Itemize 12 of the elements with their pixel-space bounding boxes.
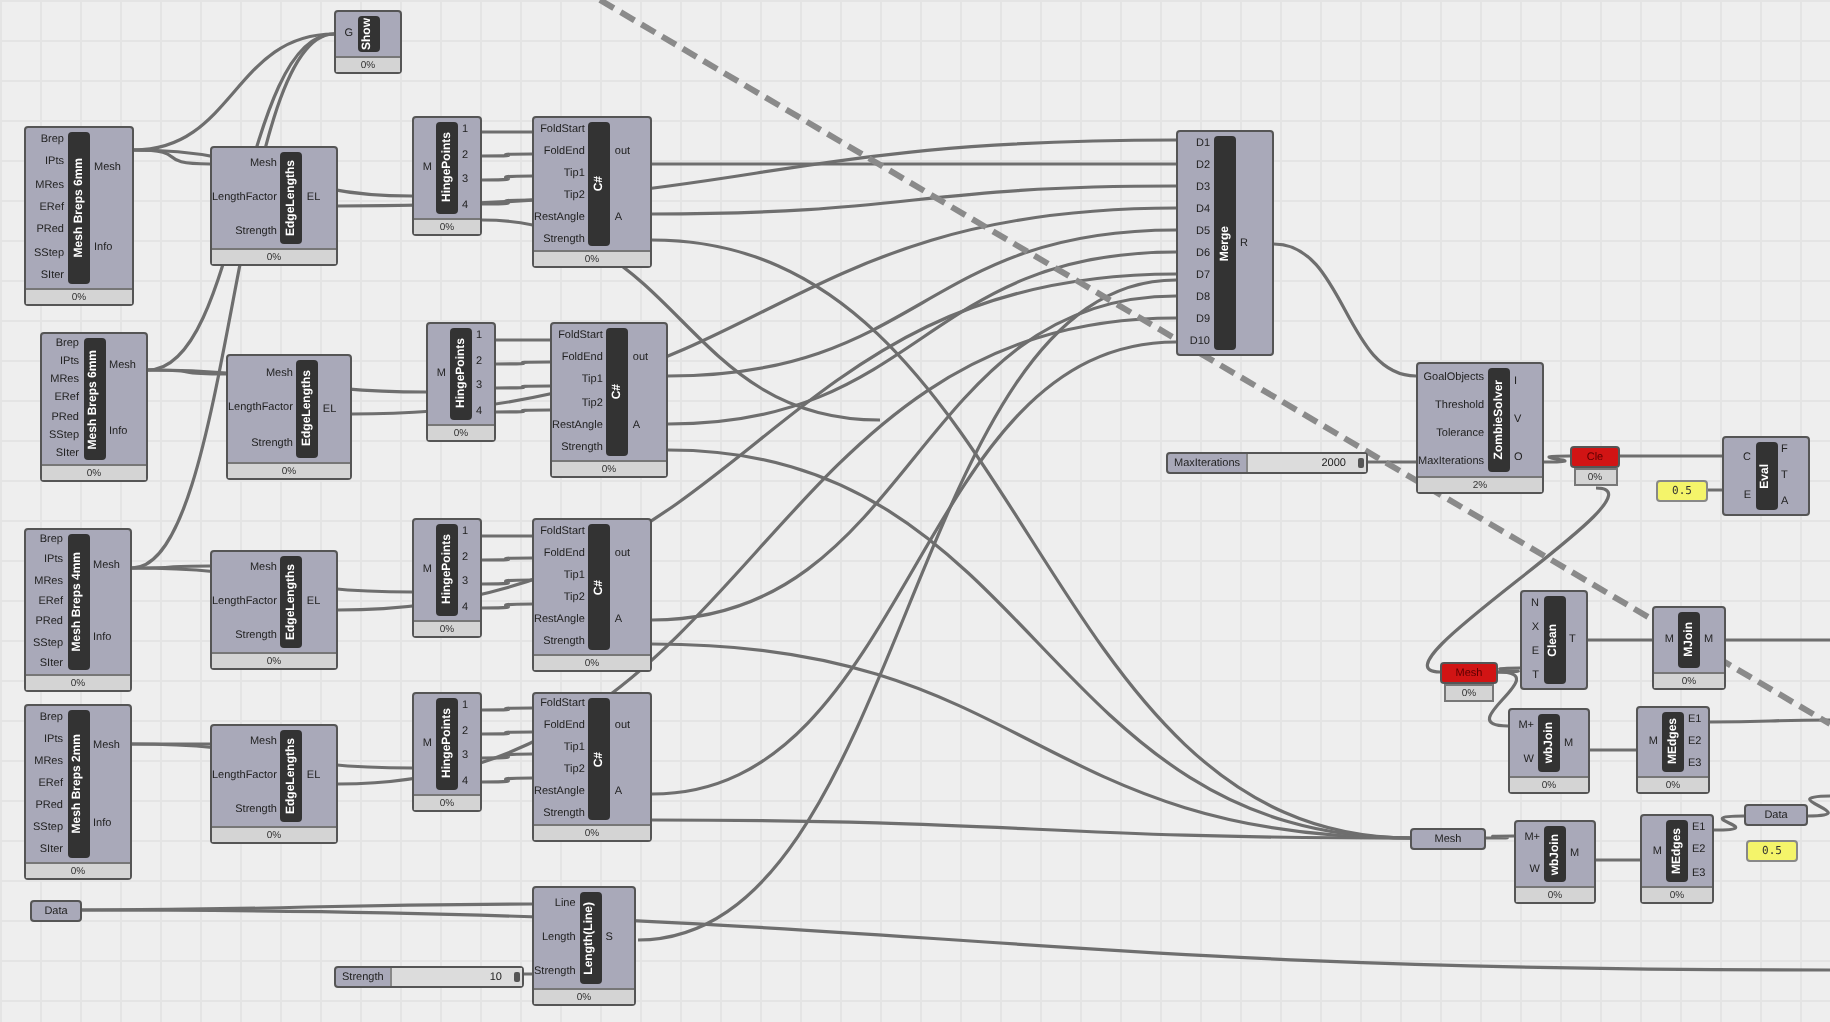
slider-handle[interactable] [513, 972, 520, 982]
wire [482, 130, 532, 134]
wire [1544, 454, 1570, 464]
wire [1726, 638, 1830, 642]
wire [1620, 454, 1722, 458]
wire [1807, 794, 1830, 818]
wire [1713, 814, 1745, 832]
wire [1596, 858, 1640, 862]
wire [1710, 718, 1830, 724]
wire [1590, 748, 1636, 752]
slider-handle[interactable] [1358, 458, 1365, 468]
wire [1486, 834, 1514, 840]
